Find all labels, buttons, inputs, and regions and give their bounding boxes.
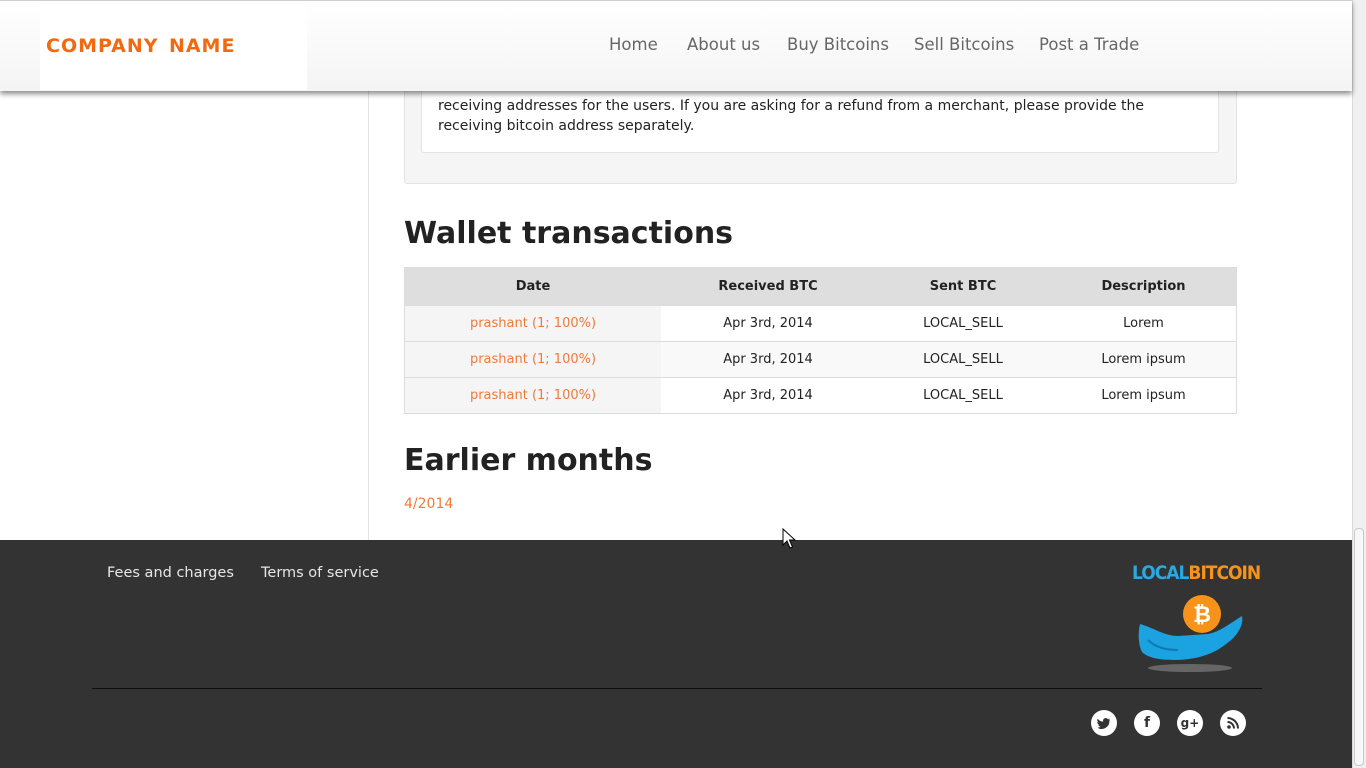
google-plus-icon[interactable]: g+ — [1177, 710, 1203, 736]
nav-buy-bitcoins[interactable]: Buy Bitcoins — [787, 35, 889, 54]
google-plus-glyph: g+ — [1180, 716, 1200, 730]
twitter-icon[interactable] — [1091, 710, 1117, 736]
wallet-transactions-table: Date Received BTC Sent BTC Description p… — [404, 267, 1237, 414]
local-bitcoin-brand[interactable]: LOCALBITCOIN — [1132, 562, 1261, 584]
site-footer: Fees and charges Terms of service LOCALB… — [0, 540, 1352, 768]
description-cell: Lorem ipsum — [1051, 341, 1237, 378]
bitcoin-hand-logo: ₿ — [1138, 595, 1243, 672]
nav-sell-bitcoins[interactable]: Sell Bitcoins — [914, 35, 1014, 54]
received-cell: Apr 3rd, 2014 — [661, 377, 875, 414]
facebook-glyph: f — [1143, 715, 1151, 731]
footer-divider — [92, 688, 1262, 689]
table-row: prashant (1; 100%) Apr 3rd, 2014 LOCAL_S… — [404, 341, 1237, 378]
sidebar-divider — [368, 90, 369, 540]
fees-and-charges-link[interactable]: Fees and charges — [107, 565, 234, 581]
rss-icon[interactable] — [1220, 710, 1246, 736]
notice-text: receiving addresses for the users. If yo… — [438, 98, 1145, 134]
nav-about-us[interactable]: About us — [687, 35, 760, 54]
scrollbar-thumb[interactable] — [1354, 528, 1364, 766]
nav-post-a-trade[interactable]: Post a Trade — [1039, 35, 1139, 54]
brand-text-local: LOCAL — [1132, 562, 1189, 584]
table-header-row: Date Received BTC Sent BTC Description — [404, 267, 1237, 306]
table-row: prashant (1; 100%) Apr 3rd, 2014 LOCAL_S… — [404, 377, 1237, 414]
facebook-icon[interactable]: f — [1134, 710, 1160, 736]
logo[interactable]: company name — [40, 2, 307, 90]
nav-home[interactable]: Home — [609, 35, 658, 54]
col-received-btc[interactable]: Received BTC — [661, 267, 875, 306]
sent-cell: LOCAL_SELL — [875, 305, 1051, 342]
brand-text-bitcoin: BITCOIN — [1188, 562, 1261, 584]
received-cell: Apr 3rd, 2014 — [661, 341, 875, 378]
date-link[interactable]: prashant (1; 100%) — [404, 377, 661, 414]
wallet-transactions-title: Wallet transactions — [404, 216, 734, 251]
col-sent-btc[interactable]: Sent BTC — [875, 267, 1051, 306]
description-cell: Lorem ipsum — [1051, 377, 1237, 414]
mouse-cursor-icon — [782, 528, 796, 549]
table-row: prashant (1; 100%) Apr 3rd, 2014 LOCAL_S… — [404, 305, 1237, 342]
terms-of-service-link[interactable]: Terms of service — [261, 565, 379, 581]
month-link[interactable]: 4/2014 — [404, 496, 453, 512]
description-cell: Lorem — [1051, 305, 1237, 342]
svg-text:₿: ₿ — [1193, 603, 1211, 628]
received-cell: Apr 3rd, 2014 — [661, 305, 875, 342]
sent-cell: LOCAL_SELL — [875, 341, 1051, 378]
col-description[interactable]: Description — [1051, 267, 1237, 306]
date-link[interactable]: prashant (1; 100%) — [404, 341, 661, 378]
date-link[interactable]: prashant (1; 100%) — [404, 305, 661, 342]
site-header: company name Home About us Buy Bitcoins … — [0, 0, 1352, 91]
sent-cell: LOCAL_SELL — [875, 377, 1051, 414]
logo-text: company name — [46, 28, 236, 59]
earlier-months-title: Earlier months — [404, 443, 653, 478]
col-date[interactable]: Date — [404, 267, 661, 306]
